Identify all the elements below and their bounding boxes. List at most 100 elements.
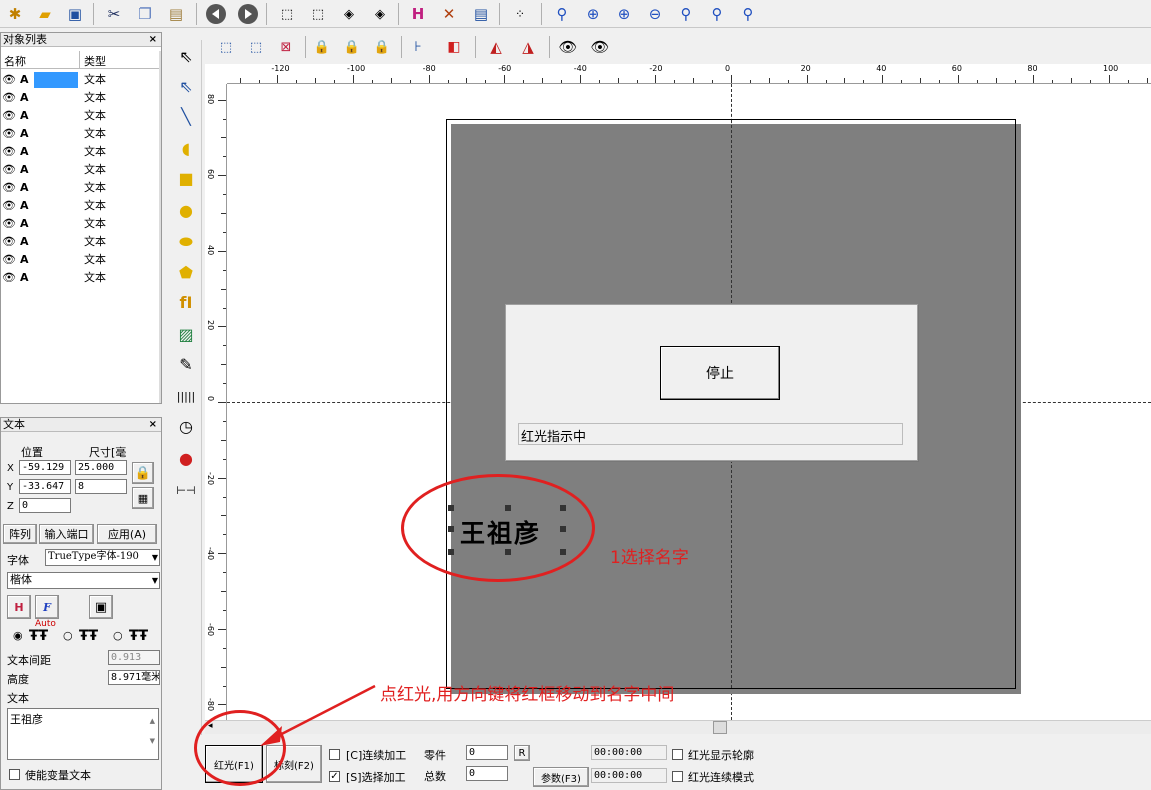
col-type-header[interactable]: 类型	[84, 53, 106, 69]
barcode-icon[interactable]: |||||	[172, 382, 200, 410]
mirror-v-icon[interactable]: ◮	[515, 34, 541, 60]
font-style-icon[interactable]: F	[35, 595, 59, 619]
align-fixed-radio[interactable]: ○	[63, 629, 73, 642]
object-list-scrollbar[interactable]	[159, 51, 161, 403]
lock-icon[interactable]: 🔒	[132, 462, 154, 484]
close-icon[interactable]: ×	[149, 33, 157, 46]
close-icon[interactable]: ×	[149, 418, 157, 431]
eye-icon[interactable]: 👁	[2, 251, 16, 269]
rectangle-icon[interactable]: ■	[172, 164, 200, 192]
node-delete-icon[interactable]: ◈	[367, 1, 393, 27]
mirror-h-icon[interactable]: ◭	[483, 34, 509, 60]
zoom-select-icon[interactable]: ⚲	[735, 1, 761, 27]
align-auto-radio[interactable]: ◉	[13, 629, 23, 642]
col-name-header[interactable]: 名称	[4, 53, 26, 69]
hatch-icon[interactable]: H	[405, 1, 431, 27]
eye-icon[interactable]: 👁	[2, 179, 16, 197]
zoom-all-icon[interactable]: ⚲	[673, 1, 699, 27]
list-item[interactable]: 👁 A 文本	[1, 143, 159, 161]
scroll-arrows-icon[interactable]: ▲ ▼	[150, 711, 155, 751]
eye-icon[interactable]: 👁	[2, 215, 16, 233]
line-icon[interactable]: ╲	[172, 102, 200, 130]
polygon-icon[interactable]: ⬟	[172, 258, 200, 286]
node-add-icon[interactable]: ◈	[336, 1, 362, 27]
list-item[interactable]: 👁 A 文本	[1, 233, 159, 251]
y-position-input[interactable]: -33.647	[19, 479, 71, 494]
eye-icon[interactable]: 👁	[2, 71, 16, 89]
align-select-icon[interactable]: ⬚	[213, 34, 239, 60]
show-outline-checkbox[interactable]	[672, 749, 683, 760]
save-icon[interactable]: ▣	[62, 1, 88, 27]
zoom-in-icon[interactable]: ⊕	[580, 1, 606, 27]
align-width-radio[interactable]: ○	[113, 629, 123, 642]
list-item[interactable]: 👁 A 文本	[1, 269, 159, 287]
grid-icon[interactable]: ⁘	[507, 1, 533, 27]
ellipse-icon[interactable]: ⬬	[172, 228, 200, 256]
paste-icon[interactable]: ▤	[163, 1, 189, 27]
eye-icon[interactable]: 👁	[2, 89, 16, 107]
forward-icon[interactable]	[235, 1, 261, 27]
z-position-input[interactable]: 0	[19, 498, 71, 513]
list-item[interactable]: 👁 A 文本	[1, 107, 159, 125]
text-height-input[interactable]: 8.971毫米	[108, 670, 160, 685]
text-content-input[interactable]: 王祖彦 ▲ ▼	[7, 708, 159, 760]
new-icon[interactable]: ✱	[2, 1, 28, 27]
scroll-thumb[interactable]	[713, 721, 727, 734]
save-font-icon[interactable]: ▣	[89, 595, 113, 619]
zoom-out-icon[interactable]: ⊖	[642, 1, 668, 27]
x-position-input[interactable]: -59.129	[19, 460, 71, 475]
zoom-icon[interactable]: ⚲	[549, 1, 575, 27]
array-button[interactable]: 阵列	[3, 524, 37, 544]
delay-icon[interactable]: ⊢⊣	[172, 476, 200, 504]
list-item[interactable]: 👁 A 文本	[1, 89, 159, 107]
eye-icon[interactable]: 👁	[2, 125, 16, 143]
zoom-window-icon[interactable]: ⚲	[704, 1, 730, 27]
node-select-icon[interactable]: ⬚	[305, 1, 331, 27]
preview-icon[interactable]: 👁	[555, 34, 581, 60]
total-input[interactable]: 0	[466, 766, 508, 781]
bitmap-icon[interactable]: ▨	[172, 320, 200, 348]
font-hatch-icon[interactable]: H	[7, 595, 31, 619]
select-arrow-icon[interactable]: ⇖	[172, 42, 200, 70]
continuous-mode-checkbox[interactable]	[672, 771, 683, 782]
eye-icon[interactable]: 👁	[2, 197, 16, 215]
curve-icon[interactable]: ◖	[172, 134, 200, 162]
origin-icon[interactable]: ⊦	[405, 34, 431, 60]
list-item[interactable]: 👁 A 文本	[1, 215, 159, 233]
height-input[interactable]: 8	[75, 479, 127, 494]
reset-button[interactable]: R	[514, 745, 530, 761]
list-item[interactable]: 👁 A 文本	[1, 125, 159, 143]
parts-input[interactable]: 0	[466, 745, 508, 760]
apply-button[interactable]: 应用(A)	[97, 524, 157, 544]
node-edit-tool-icon[interactable]: ⇖	[172, 72, 200, 100]
width-input[interactable]: 25.000	[75, 460, 127, 475]
zoom-in2-icon[interactable]: ⊕	[611, 1, 637, 27]
eye-icon[interactable]: 👁	[2, 161, 16, 179]
list-item[interactable]: 👁 A 文本	[1, 161, 159, 179]
spacing-input[interactable]: 0.913	[108, 650, 160, 665]
io-signal-icon[interactable]: ●	[172, 444, 200, 472]
lock-icon[interactable]: 🔒	[309, 34, 335, 60]
font-type-select[interactable]: TrueType字体-190 ▼	[45, 549, 160, 566]
input-port-button[interactable]: 输入端口	[39, 524, 94, 544]
params-button[interactable]: 参数(F3)	[533, 767, 589, 787]
open-icon[interactable]: ▰	[32, 1, 58, 27]
unlock-all-icon[interactable]: 🔒	[369, 34, 395, 60]
preview2-icon[interactable]: 👁	[587, 34, 613, 60]
continuous-checkbox[interactable]	[329, 749, 340, 760]
circle-icon[interactable]: ●	[172, 196, 200, 224]
vector-file-icon[interactable]: ✎	[172, 350, 200, 378]
eye-icon[interactable]: 👁	[2, 269, 16, 287]
node-edit-icon[interactable]: ⬚	[274, 1, 300, 27]
variable-text-checkbox[interactable]	[9, 769, 20, 780]
back-icon[interactable]	[203, 1, 229, 27]
font-name-select[interactable]: 楷体 ▼	[7, 572, 160, 589]
timer-icon[interactable]: ◷	[172, 412, 200, 440]
cut-icon[interactable]: ✂	[101, 1, 127, 27]
text-tool-icon[interactable]: fI	[172, 288, 200, 316]
unlock-icon[interactable]: 🔒	[339, 34, 365, 60]
canvas-area[interactable]: -120 -100 -80 -60 -40 -20 0 20 40 60 80 100 80 60 40 2…	[205, 64, 1151, 720]
list-icon[interactable]: ▤	[468, 1, 494, 27]
list-item[interactable]: 👁 A 文本	[1, 251, 159, 269]
list-item[interactable]: 👁 A 文本	[1, 197, 159, 215]
